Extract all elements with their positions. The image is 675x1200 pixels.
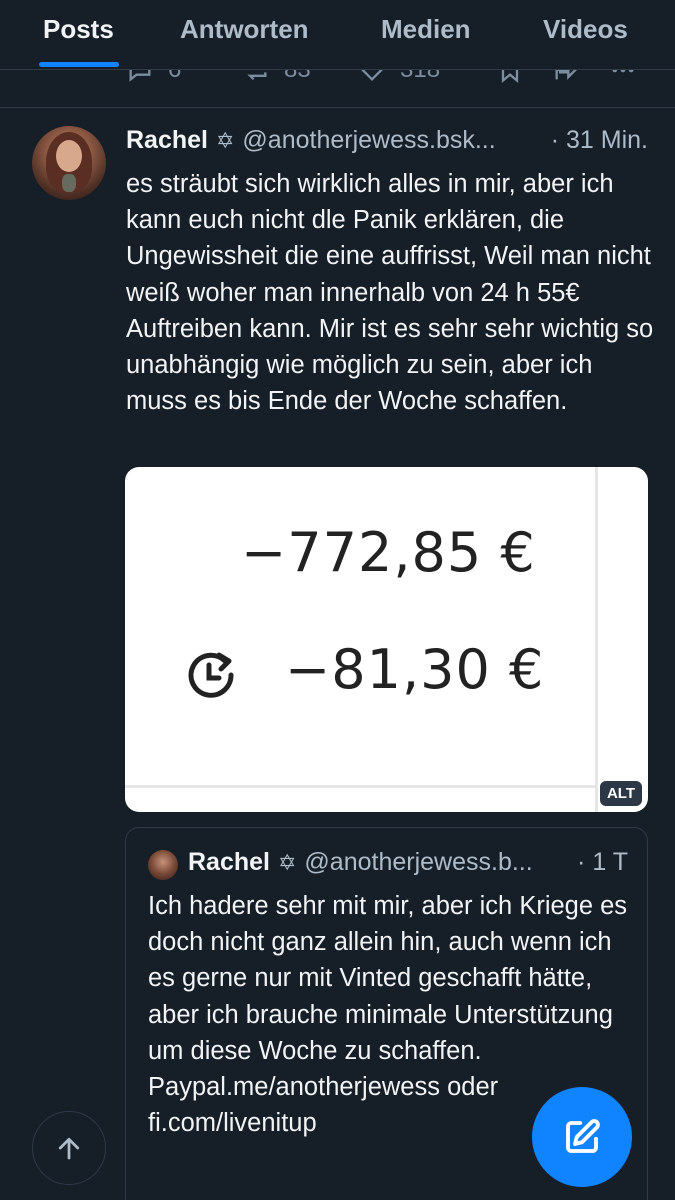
share-button[interactable] <box>552 70 580 84</box>
profile-tabs: Posts Antworten Medien Videos <box>0 0 675 70</box>
tab-antworten[interactable]: Antworten <box>180 14 309 45</box>
reply-icon <box>129 70 151 82</box>
author-handle[interactable]: @anotherjewess.bsk... <box>242 126 495 155</box>
tab-videos[interactable]: Videos <box>543 14 628 45</box>
author-name[interactable]: Rachel <box>126 126 208 155</box>
pen-square-icon <box>566 1119 600 1153</box>
pending-amount: −81,30 € <box>285 638 545 701</box>
like-count: 318 <box>400 70 440 84</box>
more-dots-icon <box>612 70 634 73</box>
quoted-author-handle: @anotherjewess.b... <box>304 848 533 876</box>
like-button[interactable]: 318 <box>358 70 440 84</box>
bookmark-button[interactable] <box>496 70 524 84</box>
quoted-author-name: Rachel <box>188 848 270 876</box>
heart-icon <box>361 70 383 81</box>
star-of-david-icon: ✡ <box>215 128 235 153</box>
reply-button[interactable]: 6 <box>126 70 181 84</box>
tab-medien[interactable]: Medien <box>381 14 471 45</box>
post-text: es sträubt sich wirklich alles in mir, a… <box>126 170 654 416</box>
author-avatar[interactable] <box>32 126 106 200</box>
repost-icon <box>247 72 267 81</box>
post-image[interactable]: −772,85 € −81,30 € ALT <box>125 467 648 812</box>
balance-amount: −772,85 € <box>241 521 536 584</box>
pending-clock-icon <box>188 652 234 698</box>
active-tab-indicator <box>39 62 119 67</box>
quoted-post-header: Rachel ✡ @anotherjewess.b... · 1 T <box>188 848 628 877</box>
bookmark-icon <box>501 70 519 83</box>
arrow-up-icon <box>58 1137 80 1160</box>
star-of-david-icon: ✡ <box>277 850 297 875</box>
post-time[interactable]: · 31 Min. <box>551 126 648 155</box>
reply-count: 6 <box>168 70 181 84</box>
quoted-author-avatar <box>148 850 178 880</box>
share-icon <box>555 70 577 80</box>
tab-posts[interactable]: Posts <box>43 14 114 45</box>
alt-text-badge[interactable]: ALT <box>599 781 642 806</box>
more-button[interactable] <box>609 70 637 84</box>
repost-count: 83 <box>284 70 311 84</box>
post-header: Rachel ✡ @anotherjewess.bsk... · 31 Min. <box>126 126 656 160</box>
previous-post-actions: 6 83 318 <box>0 70 675 108</box>
compose-button[interactable] <box>532 1087 632 1187</box>
quoted-post-time: · 1 T <box>577 848 628 876</box>
repost-button[interactable]: 83 <box>242 70 311 84</box>
scroll-to-top-button[interactable] <box>32 1111 106 1185</box>
